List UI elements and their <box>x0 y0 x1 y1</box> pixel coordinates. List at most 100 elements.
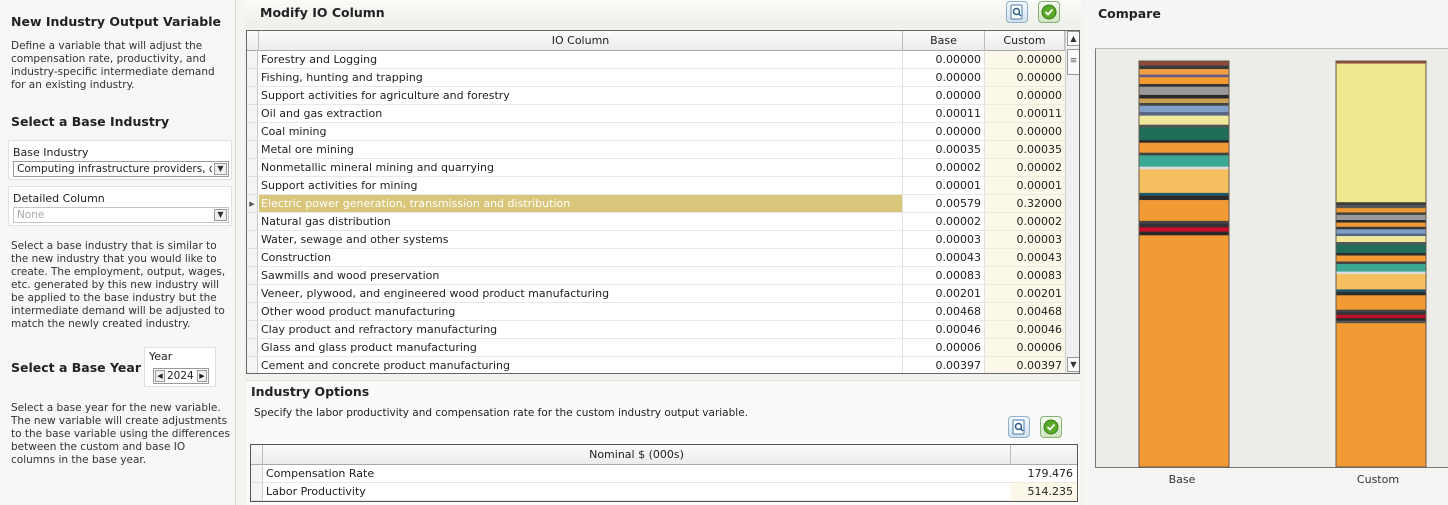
custom-cell[interactable]: 0.00001 <box>985 177 1065 195</box>
table-row[interactable]: Construction 0.00043 0.00043 <box>247 249 1067 267</box>
row-selector[interactable] <box>247 357 258 373</box>
row-selector[interactable] <box>247 177 258 195</box>
io-column-header[interactable]: IO Column <box>259 31 903 51</box>
io-column-cell[interactable]: Support activities for agriculture and f… <box>259 87 903 105</box>
chevron-left-icon[interactable]: ◀ <box>155 370 165 382</box>
custom-cell[interactable]: 0.32000 <box>985 195 1065 213</box>
chevron-down-icon[interactable]: ▼ <box>214 209 227 221</box>
table-row[interactable]: Coal mining 0.00000 0.00000 <box>247 123 1067 141</box>
detailed-column-select[interactable]: None ▼ <box>13 207 229 223</box>
row-selector[interactable] <box>247 141 258 159</box>
io-column-cell[interactable]: Oil and gas extraction <box>259 105 903 123</box>
custom-cell[interactable]: 0.00002 <box>985 159 1065 177</box>
table-row[interactable]: Metal ore mining 0.00035 0.00035 <box>247 141 1067 159</box>
labor-productivity-row[interactable]: Labor Productivity 514.235 <box>251 483 1079 501</box>
custom-column-header[interactable]: Custom <box>985 31 1065 51</box>
row-selector[interactable] <box>247 105 258 123</box>
compensation-rate-value[interactable]: 179.476 <box>1011 465 1077 483</box>
custom-cell[interactable]: 0.00011 <box>985 105 1065 123</box>
row-selector[interactable] <box>247 123 258 141</box>
bar-segment-base-19 <box>1139 166 1229 170</box>
io-column-cell[interactable]: Support activities for mining <box>259 177 903 195</box>
row-selector[interactable] <box>247 249 258 267</box>
industry-options-grid[interactable]: Nominal $ (000s) Compensation Rate 179.4… <box>250 444 1078 502</box>
row-selector[interactable] <box>247 321 258 339</box>
io-column-cell[interactable]: Electric power generation, transmission … <box>259 195 903 213</box>
custom-cell[interactable]: 0.00002 <box>985 213 1065 231</box>
row-selector[interactable]: ▶ <box>247 195 258 213</box>
table-row[interactable]: Cement and concrete product manufacturin… <box>247 357 1067 373</box>
row-selector[interactable] <box>247 213 258 231</box>
labor-productivity-label: Labor Productivity <box>263 483 1011 501</box>
io-column-cell[interactable]: Nonmetallic mineral mining and quarrying <box>259 159 903 177</box>
io-column-cell[interactable]: Forestry and Logging <box>259 51 903 69</box>
base-industry-select[interactable]: Computing infrastructure providers, data… <box>13 161 229 177</box>
io-column-cell[interactable]: Coal mining <box>259 123 903 141</box>
chevron-right-icon[interactable]: ▶ <box>197 370 207 382</box>
options-preview-button[interactable] <box>1008 416 1030 438</box>
custom-cell[interactable]: 0.00000 <box>985 69 1065 87</box>
row-selector[interactable] <box>247 339 258 357</box>
table-row[interactable]: Water, sewage and other systems 0.00003 0.… <box>247 231 1067 249</box>
table-row[interactable]: Nonmetallic mineral mining and quarrying… <box>247 159 1067 177</box>
row-selector[interactable] <box>247 267 258 285</box>
chevron-down-icon[interactable]: ▼ <box>214 163 227 175</box>
io-column-cell[interactable]: Other wood product manufacturing <box>259 303 903 321</box>
custom-cell[interactable]: 0.00000 <box>985 123 1065 141</box>
base-column-header[interactable]: Base <box>903 31 985 51</box>
io-column-cell[interactable]: Glass and glass product manufacturing <box>259 339 903 357</box>
io-column-cell[interactable]: Water, sewage and other systems <box>259 231 903 249</box>
io-column-cell[interactable]: Construction <box>259 249 903 267</box>
table-row[interactable]: Support activities for agriculture and f… <box>247 87 1067 105</box>
custom-cell[interactable]: 0.00000 <box>985 87 1065 105</box>
custom-cell[interactable]: 0.00201 <box>985 285 1065 303</box>
row-selector[interactable] <box>247 285 258 303</box>
io-column-cell[interactable]: Cement and concrete product manufacturin… <box>259 357 903 373</box>
grid-scrollbar[interactable]: ▲ ≡ ▼ <box>1065 31 1079 373</box>
confirm-button[interactable] <box>1038 1 1060 23</box>
row-selector[interactable] <box>247 303 258 321</box>
custom-cell[interactable]: 0.00006 <box>985 339 1065 357</box>
io-column-cell[interactable]: Clay product and refractory manufacturin… <box>259 321 903 339</box>
table-row[interactable]: Veneer, plywood, and engineered wood pro… <box>247 285 1067 303</box>
table-row[interactable]: Natural gas distribution 0.00002 0.00002 <box>247 213 1067 231</box>
labor-productivity-value[interactable]: 514.235 <box>1011 483 1077 501</box>
table-row[interactable]: Oil and gas extraction 0.00011 0.00011 <box>247 105 1067 123</box>
table-row[interactable]: Other wood product manufacturing 0.00468 0… <box>247 303 1067 321</box>
io-column-grid[interactable]: IO Column Base Custom Forestry and Loggi… <box>246 30 1080 374</box>
year-spinner[interactable]: ◀ 2024 ▶ <box>153 368 209 384</box>
bar-segment-custom-26 <box>1336 314 1426 319</box>
io-column-cell[interactable]: Metal ore mining <box>259 141 903 159</box>
row-selector[interactable] <box>247 87 258 105</box>
scroll-up-icon[interactable]: ▲ <box>1067 31 1079 46</box>
custom-cell[interactable]: 0.00397 <box>985 357 1065 373</box>
row-selector[interactable] <box>247 69 258 87</box>
custom-cell[interactable]: 0.00003 <box>985 231 1065 249</box>
row-selector[interactable] <box>247 51 258 69</box>
custom-cell[interactable]: 0.00468 <box>985 303 1065 321</box>
io-column-cell[interactable]: Veneer, plywood, and engineered wood pro… <box>259 285 903 303</box>
scroll-down-icon[interactable]: ▼ <box>1067 357 1079 372</box>
compensation-rate-row[interactable]: Compensation Rate 179.476 <box>251 465 1079 483</box>
scroll-thumb[interactable]: ≡ <box>1067 49 1079 75</box>
row-selector[interactable] <box>247 231 258 249</box>
row-selector[interactable] <box>247 159 258 177</box>
table-row[interactable]: Sawmills and wood preservation 0.00083 0.0… <box>247 267 1067 285</box>
options-confirm-button[interactable] <box>1040 416 1062 438</box>
custom-cell[interactable]: 0.00083 <box>985 267 1065 285</box>
table-row[interactable]: Glass and glass product manufacturing 0.0… <box>247 339 1067 357</box>
table-row[interactable]: Forestry and Logging 0.00000 0.00000 <box>247 51 1067 69</box>
table-row[interactable]: Support activities for mining 0.00001 0.00… <box>247 177 1067 195</box>
custom-cell[interactable]: 0.00035 <box>985 141 1065 159</box>
io-column-cell[interactable]: Sawmills and wood preservation <box>259 267 903 285</box>
table-row[interactable]: Fishing, hunting and trapping 0.00000 0.00… <box>247 69 1067 87</box>
table-row[interactable]: Clay product and refractory manufacturin… <box>247 321 1067 339</box>
table-row[interactable]: ▶ Electric power generation, transmission… <box>247 195 1067 213</box>
custom-cell[interactable]: 0.00000 <box>985 51 1065 69</box>
custom-cell[interactable]: 0.00043 <box>985 249 1065 267</box>
custom-cell[interactable]: 0.00046 <box>985 321 1065 339</box>
preview-button[interactable] <box>1006 1 1028 23</box>
io-column-cell[interactable]: Natural gas distribution <box>259 213 903 231</box>
base-industry-field: Base Industry Computing infrastructure p… <box>8 140 232 180</box>
io-column-cell[interactable]: Fishing, hunting and trapping <box>259 69 903 87</box>
